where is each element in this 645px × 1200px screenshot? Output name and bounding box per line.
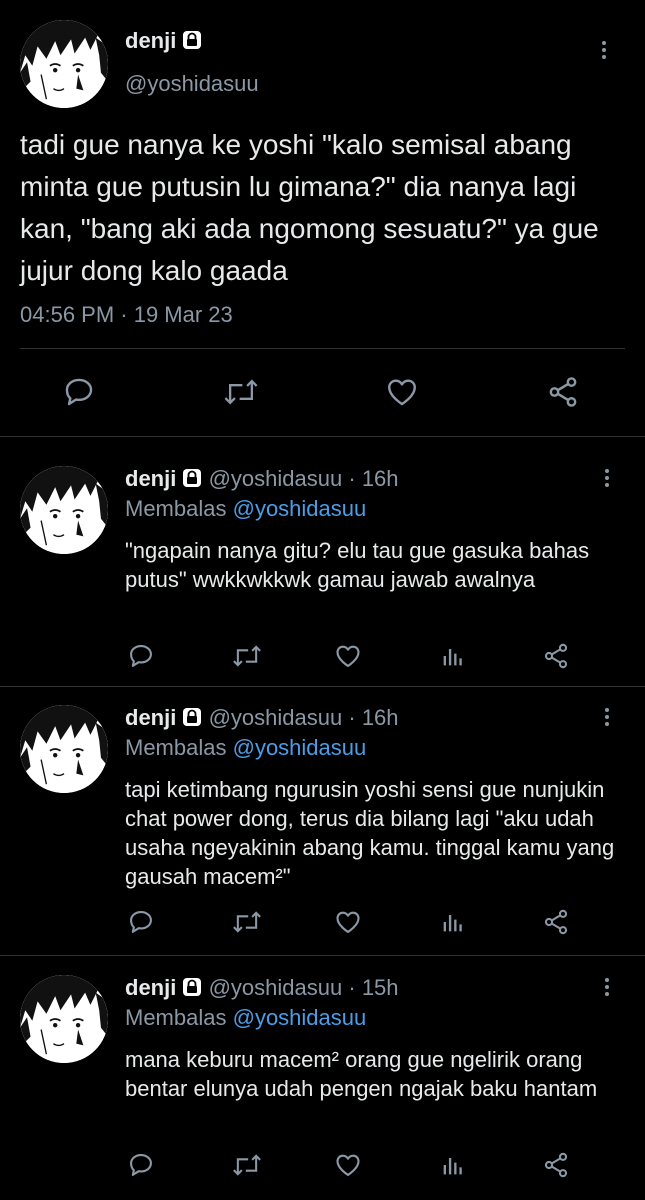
- replying-to: Membalas @yoshidasuu: [125, 496, 366, 522]
- more-options-icon[interactable]: [597, 975, 617, 999]
- avatar[interactable]: [20, 20, 108, 108]
- replying-prefix: Membalas: [125, 1005, 227, 1030]
- replying-to: Membalas @yoshidasuu: [125, 1005, 366, 1031]
- handle[interactable]: @yoshidasuu: [209, 975, 343, 1000]
- reply-tweet[interactable]: denji @yoshidasuu · 16h Membalas @yoshid…: [0, 705, 645, 955]
- reply-tweet[interactable]: denji @yoshidasuu · 16h Membalas @yoshid…: [0, 466, 645, 686]
- handle[interactable]: @yoshidasuu: [125, 71, 259, 97]
- replying-to-link[interactable]: @yoshidasuu: [233, 496, 367, 521]
- lock-icon: [182, 977, 203, 997]
- tweet-text: tadi gue nanya ke yoshi "kalo semisal ab…: [20, 129, 599, 286]
- analytics-icon[interactable]: [439, 908, 467, 936]
- display-name-text: denji: [125, 28, 177, 53]
- retweet-icon[interactable]: [231, 642, 263, 670]
- reply-text: tapi ketimbang ngurusin yoshi sensi gue …: [125, 777, 615, 889]
- reply-time[interactable]: 16h: [362, 705, 399, 730]
- reply-header: denji @yoshidasuu · 15h: [125, 975, 399, 1001]
- divider: [0, 686, 645, 687]
- display-name[interactable]: denji: [125, 28, 203, 54]
- share-icon[interactable]: [542, 908, 570, 936]
- more-options-icon[interactable]: [594, 38, 614, 62]
- handle[interactable]: @yoshidasuu: [209, 705, 343, 730]
- analytics-icon[interactable]: [439, 642, 467, 670]
- reply-icon[interactable]: [127, 642, 155, 670]
- lock-icon: [182, 468, 203, 488]
- lock-icon: [182, 30, 203, 50]
- timestamp[interactable]: 04:56 PM · 19 Mar 23: [20, 302, 233, 328]
- retweet-icon[interactable]: [231, 1151, 263, 1179]
- like-icon[interactable]: [334, 1151, 362, 1179]
- replying-to-link[interactable]: @yoshidasuu: [233, 735, 367, 760]
- reply-icon[interactable]: [62, 375, 96, 409]
- separator: ·: [348, 975, 356, 1000]
- reply-header: denji @yoshidasuu · 16h: [125, 466, 399, 492]
- reply-icon[interactable]: [127, 908, 155, 936]
- divider: [0, 436, 645, 437]
- reply-text: "ngapain nanya gitu? elu tau gue gasuka …: [125, 538, 590, 592]
- reply-text: mana keburu macem² orang gue ngelirik or…: [125, 1047, 598, 1101]
- replying-to-link[interactable]: @yoshidasuu: [233, 1005, 367, 1030]
- share-icon[interactable]: [542, 1151, 570, 1179]
- like-icon[interactable]: [385, 375, 419, 409]
- share-icon[interactable]: [546, 375, 580, 409]
- avatar[interactable]: [20, 705, 108, 793]
- reply-header: denji @yoshidasuu · 16h: [125, 705, 399, 731]
- reply-time[interactable]: 15h: [362, 975, 399, 1000]
- reply-icon[interactable]: [127, 1151, 155, 1179]
- display-name[interactable]: denji: [125, 975, 176, 1000]
- separator: ·: [348, 705, 356, 730]
- display-name[interactable]: denji: [125, 705, 176, 730]
- analytics-icon[interactable]: [439, 1151, 467, 1179]
- divider: [0, 955, 645, 956]
- more-options-icon[interactable]: [597, 705, 617, 729]
- reply-tweet[interactable]: denji @yoshidasuu · 15h Membalas @yoshid…: [0, 975, 645, 1200]
- reply-time[interactable]: 16h: [362, 466, 399, 491]
- share-icon[interactable]: [542, 642, 570, 670]
- handle[interactable]: @yoshidasuu: [209, 466, 343, 491]
- display-name[interactable]: denji: [125, 466, 176, 491]
- retweet-icon[interactable]: [231, 908, 263, 936]
- avatar[interactable]: [20, 466, 108, 554]
- divider: [20, 348, 625, 349]
- retweet-icon[interactable]: [222, 375, 260, 409]
- lock-icon: [182, 707, 203, 727]
- separator: ·: [348, 466, 356, 491]
- replying-prefix: Membalas: [125, 735, 227, 760]
- like-icon[interactable]: [334, 642, 362, 670]
- like-icon[interactable]: [334, 908, 362, 936]
- more-options-icon[interactable]: [597, 466, 617, 490]
- replying-prefix: Membalas: [125, 496, 227, 521]
- replying-to: Membalas @yoshidasuu: [125, 735, 366, 761]
- avatar[interactable]: [20, 975, 108, 1063]
